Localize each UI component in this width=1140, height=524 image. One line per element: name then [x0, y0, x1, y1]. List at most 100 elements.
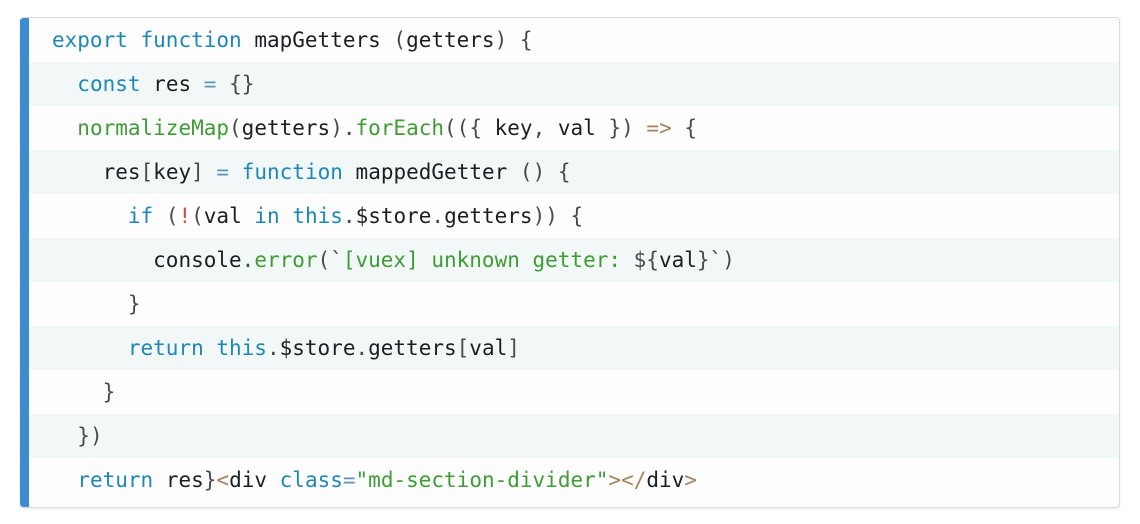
- code-token: class: [279, 468, 343, 492]
- code-token: ): [330, 116, 343, 140]
- code-token: (: [191, 204, 204, 228]
- code-token: $store: [279, 336, 356, 360]
- code-block-accent-bar: [20, 18, 29, 507]
- code-token: ): [494, 28, 508, 52]
- code-token: =: [342, 468, 356, 492]
- code-token: res: [165, 468, 204, 492]
- code-token: }: [203, 468, 217, 492]
- code-lines[interactable]: export function mapGetters (getters) { c…: [29, 18, 1119, 502]
- code-line: normalizeMap(getters).forEach(({ key, va…: [29, 106, 1119, 150]
- code-token: val: [203, 204, 242, 228]
- code-token: =: [203, 72, 217, 96]
- code-line: }: [29, 370, 1119, 414]
- code-token: function: [241, 160, 343, 184]
- code-token: div: [646, 468, 685, 492]
- code-token: .: [355, 336, 369, 360]
- code-line: console.error(`[vuex] unknown getter: ${…: [29, 238, 1119, 282]
- code-block-card: export function mapGetters (getters) { c…: [20, 17, 1120, 508]
- code-token: [vuex] unknown getter:: [342, 248, 634, 272]
- code-token: in: [254, 204, 280, 228]
- code-token: }: [696, 248, 710, 272]
- code-token: return: [127, 336, 204, 360]
- code-token: val: [658, 248, 697, 272]
- code-token: return: [77, 468, 154, 492]
- code-token: this: [292, 204, 343, 228]
- code-block-content[interactable]: export function mapGetters (getters) { c…: [29, 18, 1119, 507]
- code-token: =: [216, 160, 230, 184]
- code-token: )): [532, 204, 558, 228]
- code-token: (: [165, 204, 179, 228]
- code-token: console: [153, 248, 242, 272]
- code-token: ((: [444, 116, 470, 140]
- code-token: mappedGetter: [355, 160, 508, 184]
- code-token: "md-section-divider": [355, 468, 609, 492]
- code-token: =>: [646, 116, 672, 140]
- code-token: .: [431, 204, 445, 228]
- code-token: }): [608, 116, 634, 140]
- code-token: .: [241, 248, 255, 272]
- code-token: (: [229, 116, 242, 140]
- code-line: export function mapGetters (getters) {: [29, 18, 1119, 62]
- code-token: this: [216, 336, 267, 360]
- code-token: {: [557, 160, 571, 184]
- code-token: (: [393, 28, 407, 52]
- code-token: (: [317, 248, 331, 272]
- code-line: }): [29, 414, 1119, 458]
- code-token: mapGetters: [254, 28, 381, 52]
- code-token: }): [77, 424, 103, 448]
- code-token: !: [178, 204, 192, 228]
- code-token: .: [342, 204, 356, 228]
- code-token: ]: [191, 160, 204, 184]
- code-token: key: [494, 116, 533, 140]
- code-token: forEach: [355, 116, 445, 140]
- code-line: res[key] = function mappedGetter () {: [29, 150, 1119, 194]
- code-token: {: [469, 116, 482, 140]
- code-token: .: [266, 336, 280, 360]
- code-token: </: [621, 468, 647, 492]
- code-token: function: [140, 28, 242, 52]
- code-token: {: [570, 204, 584, 228]
- code-token: `: [330, 248, 343, 272]
- code-line: if (!(val in this.$store.getters)) {: [29, 194, 1119, 238]
- code-token: {: [519, 28, 533, 52]
- code-token: >: [608, 468, 622, 492]
- code-token: getters: [444, 204, 533, 228]
- code-token: ]: [507, 336, 520, 360]
- code-token: if: [127, 204, 154, 228]
- code-token: getters: [406, 28, 495, 52]
- code-token: res: [153, 72, 192, 96]
- code-token: ,: [532, 116, 546, 140]
- code-token: getters: [241, 116, 331, 140]
- code-token: const: [77, 72, 141, 96]
- code-token: {: [684, 116, 698, 140]
- code-token: `: [709, 248, 723, 272]
- code-token: val: [469, 336, 508, 360]
- code-line: const res = {}: [29, 62, 1119, 106]
